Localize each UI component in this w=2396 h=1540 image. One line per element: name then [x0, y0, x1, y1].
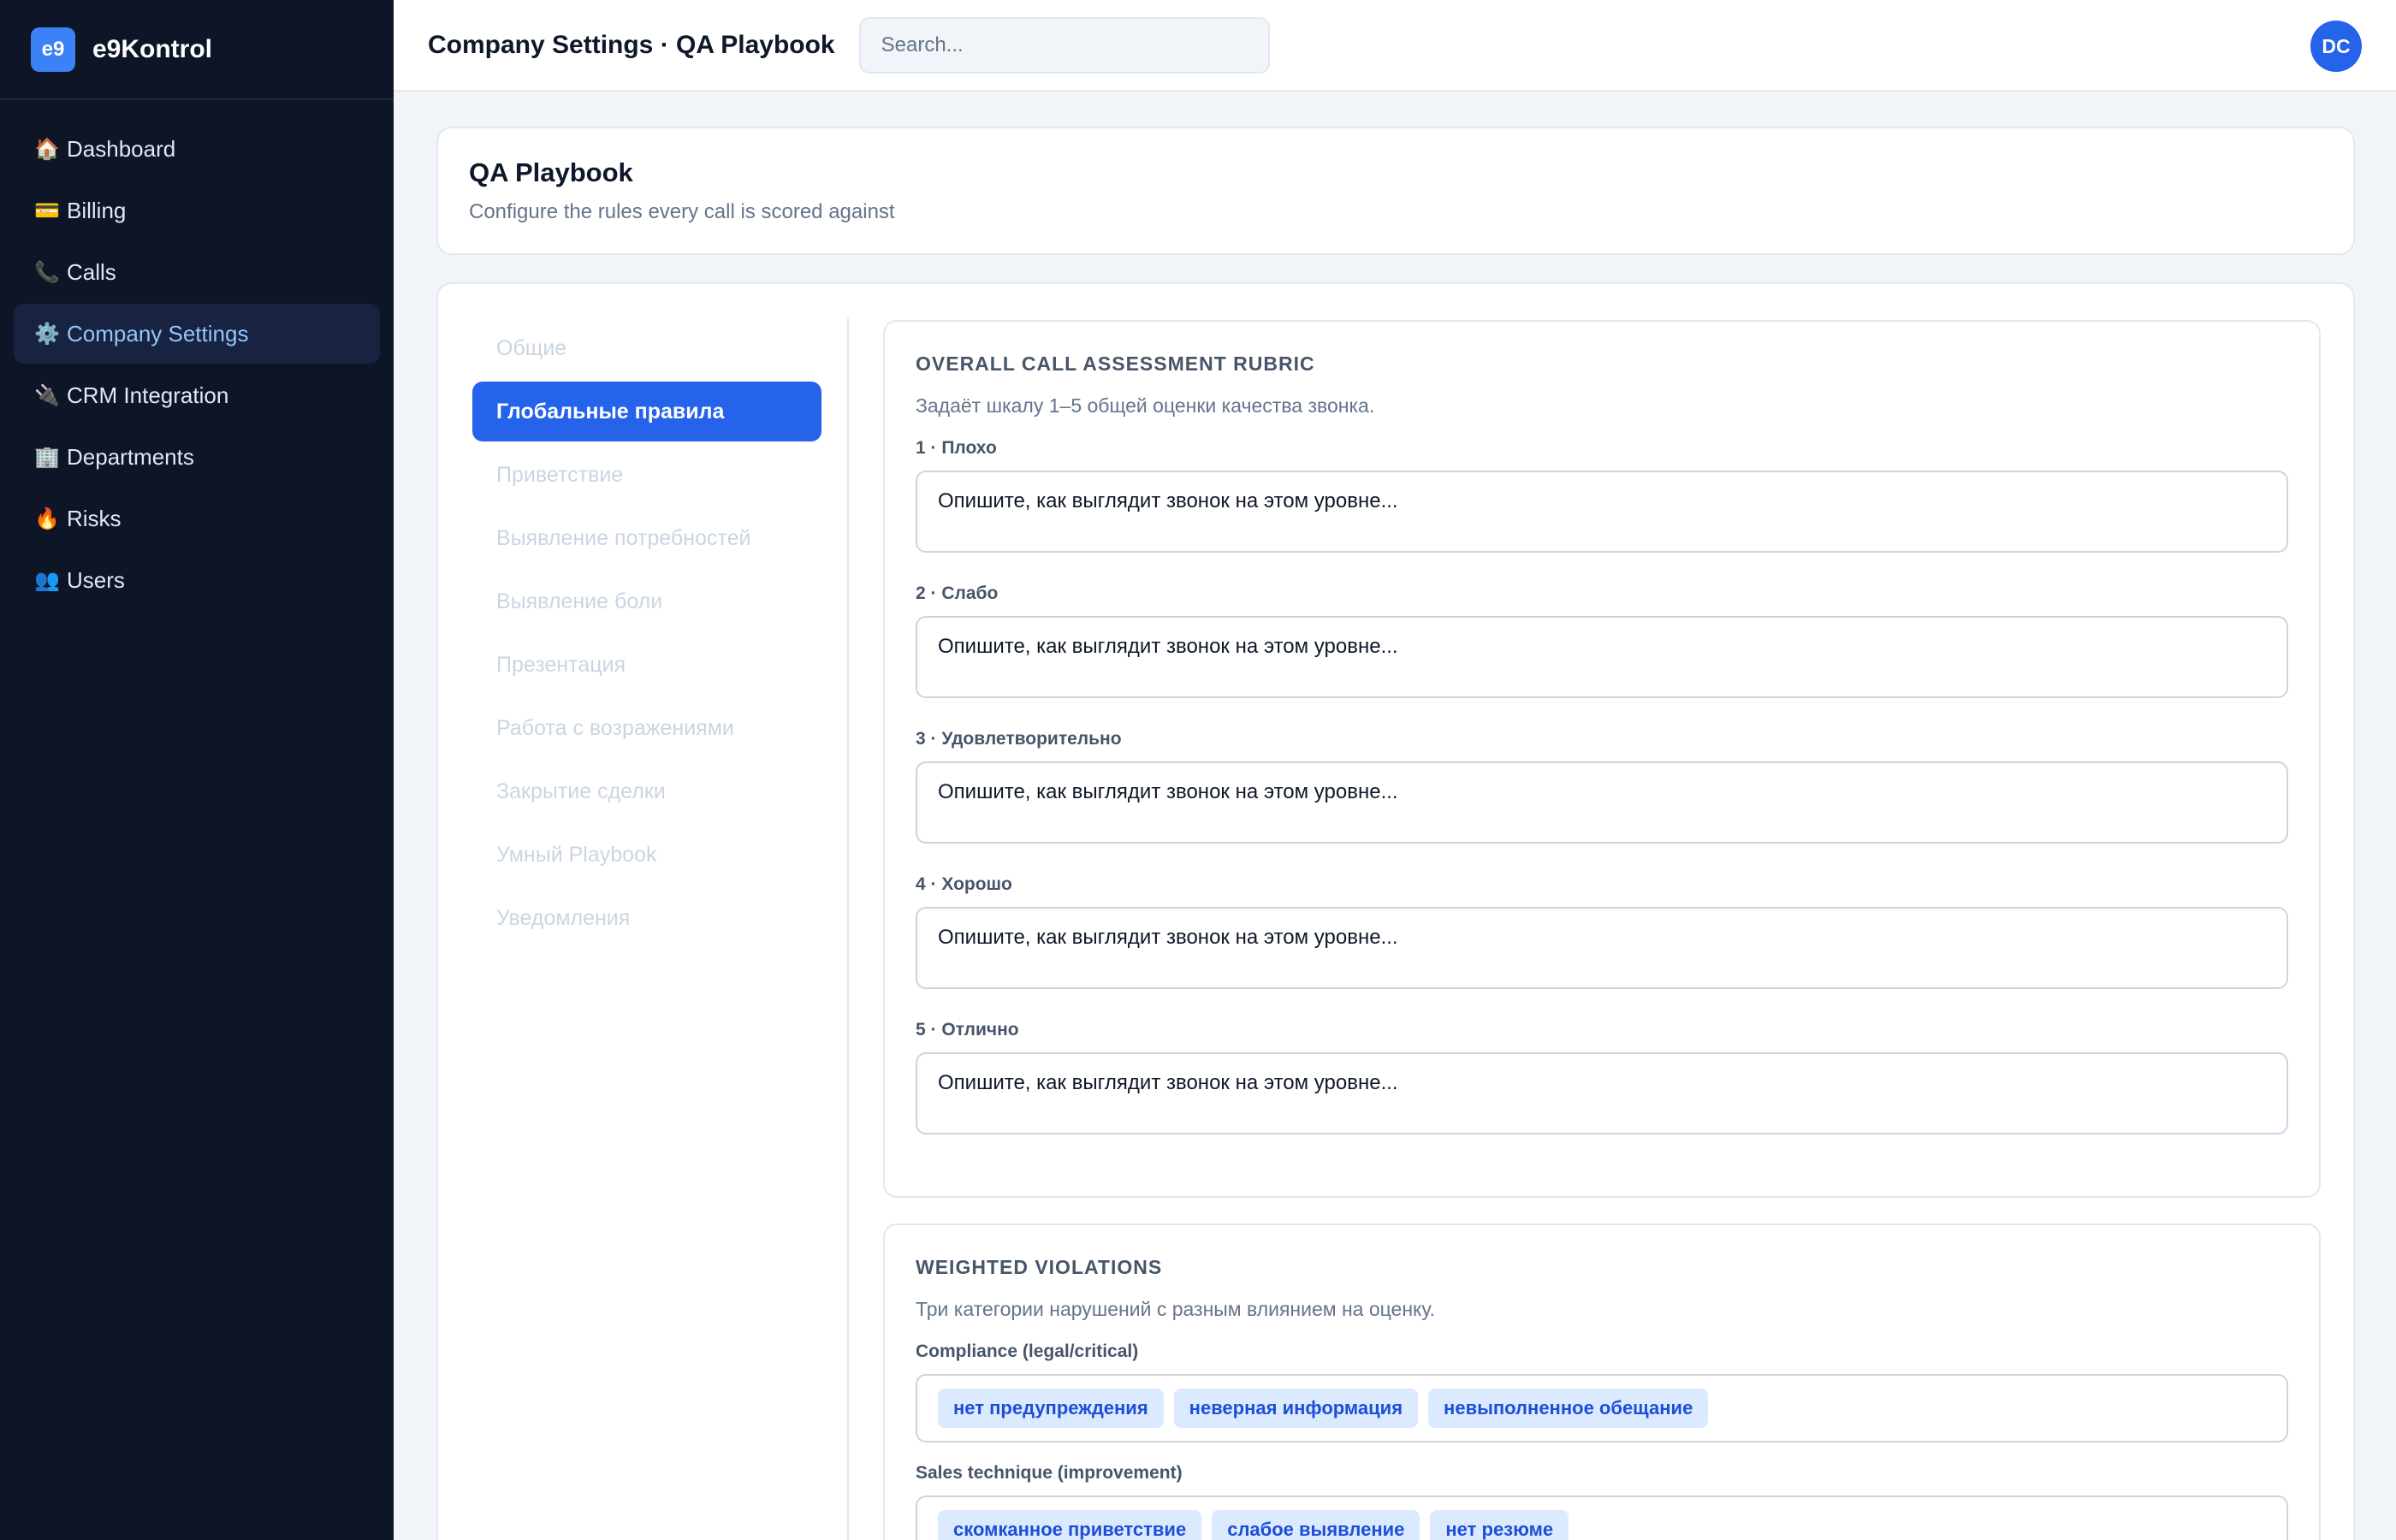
violation-tag[interactable]: нет предупреждения: [938, 1389, 1164, 1428]
tab-pain-discovery[interactable]: Выявление боли: [472, 572, 821, 631]
sidebar-item-label: Billing: [67, 197, 127, 223]
rubric-level-textarea[interactable]: Опишите, как выглядит звонок на этом уро…: [916, 1052, 2288, 1134]
sidebar-item-label: Risks: [67, 505, 122, 531]
sidebar-item-calls[interactable]: 📞 Calls: [14, 242, 380, 302]
sidebar-item-label: CRM Integration: [67, 382, 229, 408]
violation-category-label: Compliance (legal/critical): [916, 1342, 1139, 1361]
violation-tag[interactable]: скомканное приветствие: [938, 1510, 1202, 1540]
sidebar-item-company-settings[interactable]: ⚙️ Company Settings: [14, 304, 380, 364]
gear-icon: ⚙️: [34, 322, 60, 346]
building-icon: 🏢: [34, 445, 60, 469]
violation-tag[interactable]: невыполненное обещание: [1428, 1389, 1709, 1428]
rubric-section: OVERALL CALL ASSESSMENT RUBRIC Задаёт шк…: [883, 320, 2321, 1198]
tab-presentation[interactable]: Презентация: [472, 635, 821, 695]
sidebar-item-departments[interactable]: 🏢 Departments: [14, 427, 380, 487]
sidebar-item-label: Dashboard: [67, 135, 176, 162]
page-title: QA Playbook: [469, 157, 633, 187]
brand-name: e9Kontrol: [92, 34, 213, 63]
fire-icon: 🔥: [34, 506, 60, 530]
violation-tag[interactable]: неверная информация: [1173, 1389, 1419, 1428]
sidebar-item-dashboard[interactable]: 🏠 Dashboard: [14, 119, 380, 179]
tab-needs-discovery[interactable]: Выявление потребностей: [472, 508, 821, 568]
violation-tags-input[interactable]: скомканное приветствие слабое выявление …: [916, 1496, 2288, 1540]
rubric-level-textarea[interactable]: Опишите, как выглядит звонок на этом уро…: [916, 761, 2288, 844]
rubric-level-textarea[interactable]: Опишите, как выглядит звонок на этом уро…: [916, 616, 2288, 698]
plug-icon: 🔌: [34, 383, 60, 407]
sidebar-nav: 🏠 Dashboard 💳 Billing 📞 Calls ⚙️ Company…: [0, 100, 394, 631]
sidebar-item-risks[interactable]: 🔥 Risks: [14, 489, 380, 548]
top-header: Company Settings · QA Playbook DC: [394, 0, 2396, 92]
sidebar-item-label: Users: [67, 566, 125, 593]
settings-tabs: Общие Глобальные правила Приветствие Выя…: [472, 318, 821, 951]
sidebar-item-billing[interactable]: 💳 Billing: [14, 181, 380, 240]
violation-category-label: Sales technique (improvement): [916, 1463, 1183, 1483]
home-icon: 🏠: [34, 137, 60, 161]
violation-tag[interactable]: слабое выявление: [1212, 1510, 1420, 1540]
section-title: WEIGHTED VIOLATIONS: [916, 1256, 1163, 1278]
brand[interactable]: e9 e9Kontrol: [0, 0, 394, 100]
sidebar-item-label: Calls: [67, 258, 116, 285]
page-header-card: QA Playbook Configure the rules every ca…: [436, 127, 2355, 255]
section-title: OVERALL CALL ASSESSMENT RUBRIC: [916, 352, 1315, 375]
rubric-level-label: 4 · Хорошо: [916, 874, 1012, 894]
tab-greeting[interactable]: Приветствие: [472, 445, 821, 505]
rubric-level-textarea[interactable]: Опишите, как выглядит звонок на этом уро…: [916, 471, 2288, 553]
credit-card-icon: 💳: [34, 198, 60, 222]
brand-logo: e9: [31, 27, 75, 72]
tab-objection-handling[interactable]: Работа с возражениями: [472, 698, 821, 758]
tab-smart-playbook[interactable]: Умный Playbook: [472, 825, 821, 885]
header-title: Company Settings · QA Playbook: [428, 30, 835, 59]
users-icon: 👥: [34, 568, 60, 592]
violation-tags-input[interactable]: нет предупреждения неверная информация н…: [916, 1374, 2288, 1442]
violation-tag[interactable]: нет резюме: [1430, 1510, 1569, 1540]
sidebar: e9 e9Kontrol 🏠 Dashboard 💳 Billing 📞 Cal…: [0, 0, 394, 1540]
section-description: Задаёт шкалу 1–5 общей оценки качества з…: [916, 394, 1375, 417]
rubric-level-textarea[interactable]: Опишите, как выглядит звонок на этом уро…: [916, 907, 2288, 989]
sidebar-item-label: Departments: [67, 443, 194, 470]
tab-general[interactable]: Общие: [472, 318, 821, 378]
tab-global-rules[interactable]: Глобальные правила: [472, 382, 821, 441]
sidebar-item-users[interactable]: 👥 Users: [14, 550, 380, 610]
rubric-level-label: 2 · Слабо: [916, 583, 999, 603]
sidebar-item-label: Company Settings: [67, 320, 249, 346]
rubric-level-label: 5 · Отлично: [916, 1020, 1019, 1040]
page-subtitle: Configure the rules every call is scored…: [469, 200, 895, 223]
section-description: Три категории нарушений с разным влияние…: [916, 1298, 1435, 1320]
rubric-level-label: 3 · Удовлетворительно: [916, 729, 1122, 749]
playbook-card: Общие Глобальные правила Приветствие Выя…: [436, 282, 2355, 1540]
search-input[interactable]: [858, 16, 1270, 74]
violations-section: WEIGHTED VIOLATIONS Три категории наруше…: [883, 1223, 2321, 1540]
tabs-divider: [847, 318, 849, 1540]
avatar[interactable]: DC: [2310, 21, 2362, 72]
tab-closing[interactable]: Закрытие сделки: [472, 761, 821, 821]
rubric-level-label: 1 · Плохо: [916, 438, 997, 458]
tab-notifications[interactable]: Уведомления: [472, 888, 821, 948]
phone-icon: 📞: [34, 260, 60, 284]
sidebar-item-crm-integration[interactable]: 🔌 CRM Integration: [14, 365, 380, 425]
